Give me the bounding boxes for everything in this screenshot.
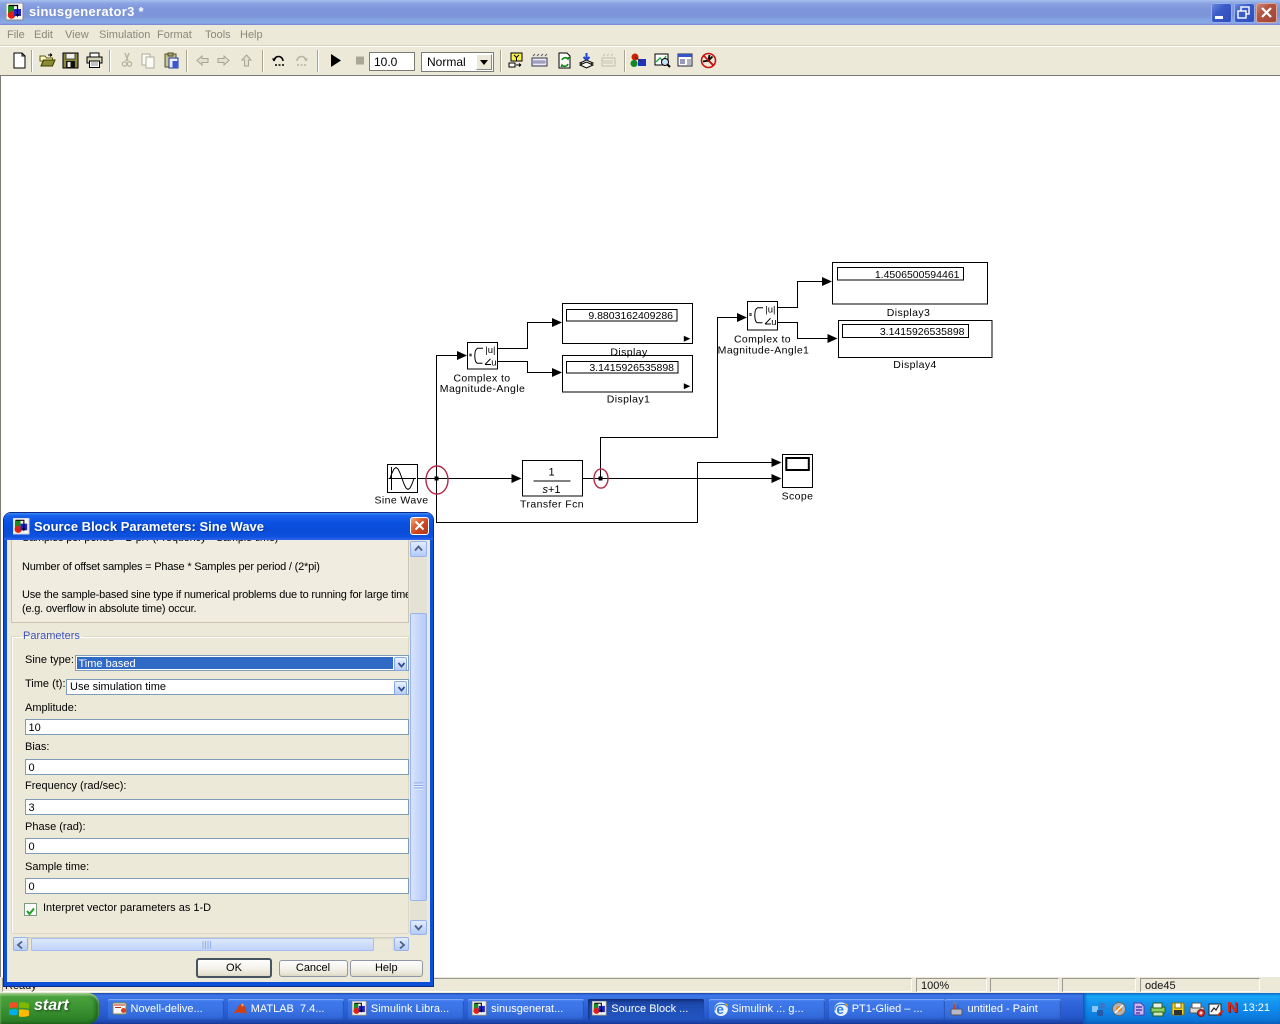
- svg-text:Scope: Scope: [782, 491, 814, 503]
- svg-text:1: 1: [548, 467, 554, 479]
- svg-text:9.8803162409286: 9.8803162409286: [588, 310, 673, 322]
- svg-text:u: u: [491, 357, 496, 368]
- svg-text:Magnitude-Angle1: Magnitude-Angle1: [718, 345, 810, 357]
- svg-text:Magnitude-Angle: Magnitude-Angle: [440, 383, 525, 395]
- svg-text:Transfer Fcn: Transfer Fcn: [520, 499, 584, 511]
- svg-text:s+1: s+1: [542, 484, 560, 496]
- svg-text:u: u: [771, 317, 776, 328]
- svg-text:|u|: |u|: [765, 304, 775, 315]
- svg-text:Display1: Display1: [607, 394, 650, 406]
- svg-text:|u|: |u|: [485, 345, 495, 356]
- svg-text:1.4506500594461: 1.4506500594461: [875, 269, 960, 281]
- svg-text:Display3: Display3: [887, 307, 930, 319]
- svg-text:Sine Wave: Sine Wave: [375, 495, 429, 507]
- svg-text:3.1415926535898: 3.1415926535898: [589, 362, 674, 374]
- svg-text:Display: Display: [610, 347, 648, 359]
- svg-text:3.1415926535898: 3.1415926535898: [880, 326, 965, 338]
- svg-text:Display4: Display4: [893, 359, 936, 371]
